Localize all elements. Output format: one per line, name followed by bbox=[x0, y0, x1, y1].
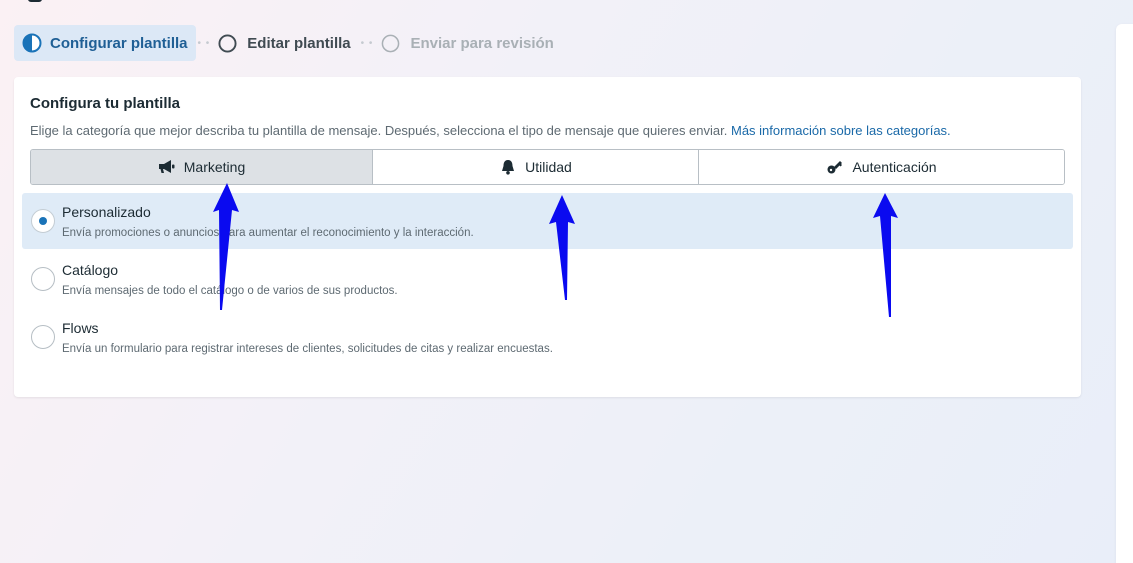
circle-outline-icon bbox=[382, 34, 400, 52]
key-icon bbox=[827, 161, 843, 174]
step-edit-template[interactable]: Editar plantilla bbox=[212, 25, 358, 61]
option-catalog[interactable]: Catálogo Envía mensajes de todo el catál… bbox=[22, 251, 1073, 307]
step-connector: • • bbox=[360, 37, 374, 49]
tab-label: Autenticación bbox=[852, 159, 937, 175]
half-circle-icon bbox=[22, 33, 42, 53]
card-description: Elige la categoría que mejor describa tu… bbox=[30, 123, 951, 138]
option-title: Flows bbox=[62, 320, 99, 336]
tab-label: Marketing bbox=[183, 159, 246, 175]
option-description: Envía un formulario para registrar inter… bbox=[62, 343, 553, 355]
option-title: Catálogo bbox=[62, 262, 119, 278]
tab-authentication[interactable]: Autenticación bbox=[699, 150, 1064, 184]
step-label: Editar plantilla bbox=[247, 34, 351, 52]
page-heading-fragment bbox=[28, 0, 42, 2]
option-flows[interactable]: Flows Envía un formulario para registrar… bbox=[22, 309, 1073, 365]
option-custom[interactable]: Personalizado Envía promociones o anunci… bbox=[22, 193, 1073, 249]
option-title: Personalizado bbox=[62, 204, 151, 220]
stepper: Configurar plantilla • • Editar plantill… bbox=[14, 25, 562, 61]
template-type-options: Personalizado Envía promociones o anunci… bbox=[22, 193, 1073, 367]
tab-utility[interactable]: Utilidad bbox=[373, 150, 699, 184]
side-panel bbox=[1116, 24, 1133, 563]
radio-dot bbox=[39, 217, 47, 225]
description-text: Elige la categoría que mejor describa tu… bbox=[30, 123, 728, 138]
tab-label: Utilidad bbox=[525, 159, 572, 175]
category-tabs: Marketing Utilidad Autenticación bbox=[30, 149, 1065, 185]
option-description: Envía mensajes de todo el catálogo o de … bbox=[62, 285, 398, 297]
template-config-card: Configura tu plantilla Elige la categorí… bbox=[14, 77, 1081, 397]
step-label: Configurar plantilla bbox=[50, 34, 188, 52]
step-label: Enviar para revisión bbox=[410, 34, 554, 52]
step-connector: • • bbox=[197, 37, 211, 49]
radio-button[interactable] bbox=[31, 267, 55, 291]
card-title: Configura tu plantilla bbox=[30, 95, 180, 112]
radio-button[interactable] bbox=[31, 209, 55, 233]
megaphone-icon bbox=[158, 160, 175, 173]
categories-info-link[interactable]: Más información sobre las categorías. bbox=[731, 123, 951, 138]
step-configure-template[interactable]: Configurar plantilla bbox=[14, 25, 196, 61]
tab-marketing[interactable]: Marketing bbox=[31, 150, 373, 184]
step-submit-review[interactable]: Enviar para revisión bbox=[375, 25, 561, 61]
circle-outline-icon bbox=[218, 33, 237, 53]
radio-button[interactable] bbox=[31, 325, 55, 349]
option-description: Envía promociones o anuncios para aument… bbox=[62, 227, 474, 239]
bell-icon bbox=[502, 160, 515, 175]
